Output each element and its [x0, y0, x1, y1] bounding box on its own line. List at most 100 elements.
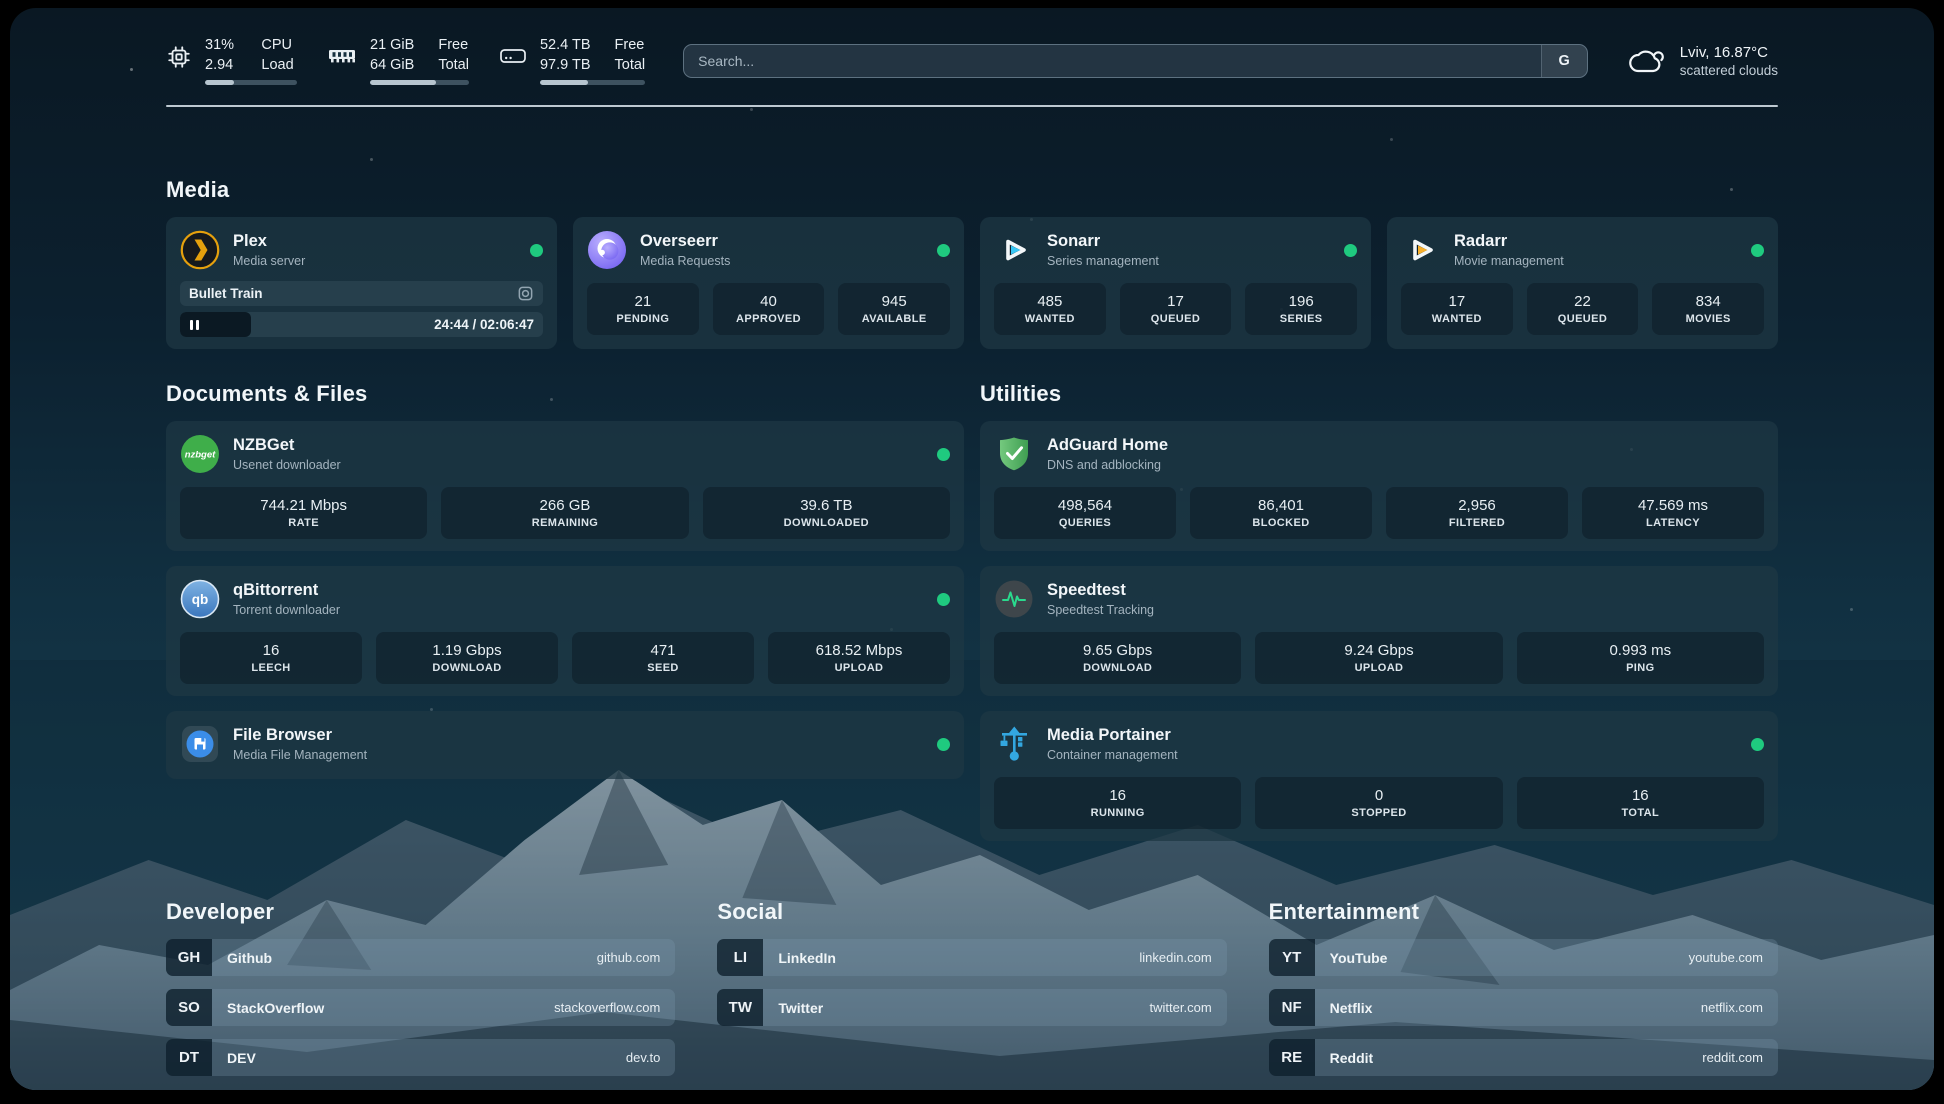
disk-widget: 52.4 TB Free 97.9 TB Total	[499, 36, 645, 85]
card-header: qb qBittorrent Torrent downloader	[180, 576, 950, 622]
link-github[interactable]: GH Githubgithub.com	[166, 939, 675, 976]
stat-movies: 834MOVIES	[1652, 283, 1764, 335]
card-plex[interactable]: Plex Media server Bullet Train	[166, 217, 557, 349]
stat-series: 196SERIES	[1245, 283, 1357, 335]
link-reddit[interactable]: RE Redditreddit.com	[1269, 1039, 1778, 1076]
stats-row: 17WANTED 22QUEUED 834MOVIES	[1401, 283, 1764, 335]
link-name: DEV	[227, 1050, 616, 1066]
link-name: LinkedIn	[778, 950, 1129, 966]
social-column: Social LI LinkedInlinkedin.com TW Twitte…	[717, 899, 1226, 1076]
card-meta: Plex Media server	[233, 232, 305, 268]
svg-text:nzbget: nzbget	[185, 450, 216, 461]
playback-progress-bar: 24:44 / 02:06:47	[180, 312, 543, 337]
card-subtitle: DNS and adblocking	[1047, 458, 1168, 472]
card-subtitle: Media Requests	[640, 254, 730, 268]
link-name: Netflix	[1330, 1000, 1691, 1016]
card-title: AdGuard Home	[1047, 436, 1168, 455]
card-portainer[interactable]: Media Portainer Container management 16R…	[980, 711, 1778, 841]
playback-progress-fill	[180, 312, 251, 337]
card-filebrowser[interactable]: File Browser Media File Management	[166, 711, 964, 779]
card-header: Plex Media server	[180, 227, 543, 273]
section-title-entertainment: Entertainment	[1269, 899, 1778, 925]
status-dot	[1751, 738, 1764, 751]
card-meta: AdGuard Home DNS and adblocking	[1047, 436, 1168, 472]
card-subtitle: Media File Management	[233, 748, 367, 762]
card-title: qBittorrent	[233, 581, 340, 600]
card-header: File Browser Media File Management	[180, 721, 950, 767]
overseerr-icon	[587, 230, 627, 270]
pause-icon	[189, 319, 200, 331]
playback-time: 24:44 / 02:06:47	[434, 317, 534, 332]
stat-download: 1.19 GbpsDOWNLOAD	[376, 632, 558, 684]
cpu-label: CPU	[261, 36, 297, 54]
disk-free-value: 52.4 TB	[540, 36, 591, 54]
disk-total-value: 97.9 TB	[540, 56, 591, 74]
top-bar: 31% CPU 2.94 Load 21	[10, 8, 1934, 85]
stat-leech: 16LEECH	[180, 632, 362, 684]
card-sonarr[interactable]: Sonarr Series management 485WANTED 17QUE…	[980, 217, 1371, 349]
card-qbittorrent[interactable]: qb qBittorrent Torrent downloader 16LEEC…	[166, 566, 964, 696]
card-subtitle: Torrent downloader	[233, 603, 340, 617]
card-meta: NZBGet Usenet downloader	[233, 436, 341, 472]
disk-icon	[499, 44, 527, 68]
status-dot	[937, 593, 950, 606]
stats-row: 16LEECH 1.19 GbpsDOWNLOAD 471SEED 618.52…	[180, 632, 950, 684]
section-title-documents: Documents & Files	[166, 381, 964, 407]
search-engine-button[interactable]: G	[1541, 45, 1587, 77]
card-title: Overseerr	[640, 232, 730, 251]
plex-icon	[180, 230, 220, 270]
link-stackoverflow[interactable]: SO StackOverflowstackoverflow.com	[166, 989, 675, 1026]
link-youtube[interactable]: YT YouTubeyoutube.com	[1269, 939, 1778, 976]
stat-pending: 21PENDING	[587, 283, 699, 335]
dashboard: 31% CPU 2.94 Load 21	[10, 8, 1934, 1090]
cloud-icon	[1626, 45, 1668, 77]
svg-text:qb: qb	[192, 592, 209, 607]
link-netflix[interactable]: NF Netflixnetflix.com	[1269, 989, 1778, 1026]
stat-downloaded: 39.6 TBDOWNLOADED	[703, 487, 950, 539]
stat-download: 9.65 GbpsDOWNLOAD	[994, 632, 1241, 684]
link-twitter[interactable]: TW Twittertwitter.com	[717, 989, 1226, 1026]
stat-upload: 9.24 GbpsUPLOAD	[1255, 632, 1502, 684]
stat-ping: 0.993 msPING	[1517, 632, 1764, 684]
stats-row: 498,564QUERIES 86,401BLOCKED 2,956FILTER…	[994, 487, 1764, 539]
search-bar: G	[683, 44, 1588, 78]
card-adguard[interactable]: AdGuard Home DNS and adblocking 498,564Q…	[980, 421, 1778, 551]
link-dev[interactable]: DT DEVdev.to	[166, 1039, 675, 1076]
card-header: Radarr Movie management	[1401, 227, 1764, 273]
cpu-usage-value: 31%	[205, 36, 237, 54]
portainer-icon	[994, 724, 1034, 764]
stats-row: 744.21 MbpsRATE 266 GBREMAINING 39.6 TBD…	[180, 487, 950, 539]
link-url: linkedin.com	[1139, 950, 1211, 965]
disk-progress-fill	[540, 80, 588, 85]
link-abbr: NF	[1269, 989, 1315, 1026]
entertainment-column: Entertainment YT YouTubeyoutube.com NF N…	[1269, 899, 1778, 1076]
link-linkedin[interactable]: LI LinkedIn linkedin.com	[717, 939, 1226, 976]
search-input[interactable]	[684, 45, 1541, 77]
link-abbr: GH	[166, 939, 212, 976]
card-title: NZBGet	[233, 436, 341, 455]
memory-total-label: Total	[438, 56, 469, 74]
memory-progress-fill	[370, 80, 436, 85]
link-abbr: LI	[717, 939, 763, 976]
link-name: StackOverflow	[227, 1000, 544, 1016]
stat-latency: 47.569 msLATENCY	[1582, 487, 1764, 539]
card-meta: qBittorrent Torrent downloader	[233, 581, 340, 617]
sonarr-icon	[994, 230, 1034, 270]
card-overseerr[interactable]: Overseerr Media Requests 21PENDING 40APP…	[573, 217, 964, 349]
cpu-widget: 31% CPU 2.94 Load	[166, 36, 297, 85]
card-subtitle: Movie management	[1454, 254, 1564, 268]
stat-available: 945AVAILABLE	[838, 283, 950, 335]
card-title: Media Portainer	[1047, 726, 1178, 745]
cpu-progress-fill	[205, 80, 234, 85]
link-name: Twitter	[778, 1000, 1139, 1016]
card-title: Plex	[233, 232, 305, 251]
link-url: reddit.com	[1702, 1050, 1763, 1065]
cpu-load-label: Load	[261, 56, 297, 74]
card-subtitle: Series management	[1047, 254, 1159, 268]
stat-total: 16TOTAL	[1517, 777, 1764, 829]
card-radarr[interactable]: Radarr Movie management 17WANTED 22QUEUE…	[1387, 217, 1778, 349]
link-name: YouTube	[1330, 950, 1679, 966]
card-speedtest[interactable]: Speedtest Speedtest Tracking 9.65 GbpsDO…	[980, 566, 1778, 696]
card-header: nzbget NZBGet Usenet downloader	[180, 431, 950, 477]
card-nzbget[interactable]: nzbget NZBGet Usenet downloader 744.21 M…	[166, 421, 964, 551]
